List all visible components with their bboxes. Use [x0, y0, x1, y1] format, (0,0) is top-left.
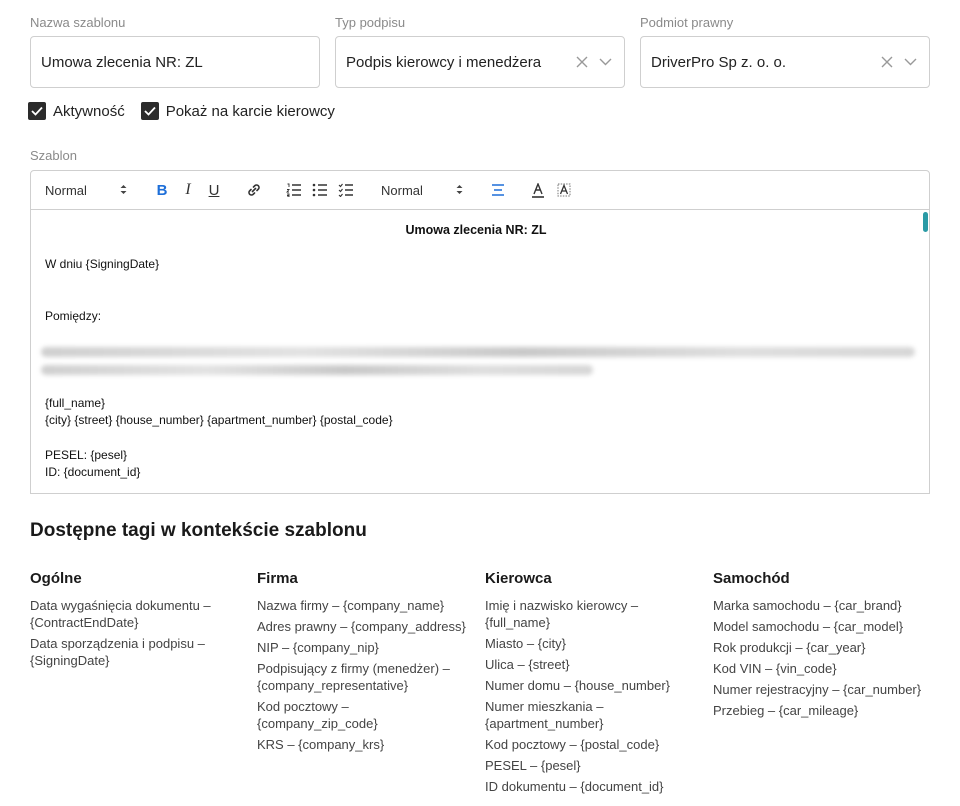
editor-scrollbar[interactable]	[923, 212, 928, 232]
bullet-list-button[interactable]	[307, 178, 333, 202]
editor-line: PESEL: {pesel}	[45, 448, 128, 462]
tag-item: Miasto – {city}	[485, 636, 566, 651]
link-icon	[248, 184, 260, 196]
text-color-button[interactable]	[525, 178, 551, 202]
chevron-down-icon[interactable]	[904, 58, 917, 66]
show-on-driver-card-checkbox[interactable]: Pokaż na karcie kierowcy	[140, 102, 335, 120]
tags-column-general: Ogólne Data wygaśnięcia dokumentu – {Con…	[30, 570, 245, 673]
redacted-text	[41, 347, 915, 357]
template-editor-label: Szablon	[30, 148, 77, 163]
template-name-label: Nazwa szablonu	[30, 15, 126, 30]
tag-item: Marka samochodu – {car_brand}	[713, 598, 902, 613]
chevron-down-icon[interactable]	[599, 58, 612, 66]
tags-section-title: Dostępne tagi w kontekście szablonu	[30, 520, 367, 541]
tag-item: Kod pocztowy – {postal_code}	[485, 737, 660, 752]
template-editor[interactable]: Umowa zlecenia NR: ZL W dniu {SigningDat…	[30, 209, 930, 494]
checkbox-checked-icon[interactable]	[28, 102, 46, 120]
link-button[interactable]	[241, 178, 267, 202]
tags-column-heading: Firma	[257, 570, 298, 587]
editor-toolbar: Normal B I U Normal	[30, 170, 930, 210]
tag-item: Podpisujący z firmy (menedżer) – {compan…	[257, 661, 450, 693]
bullet-list-icon	[312, 183, 327, 197]
tag-item: Numer domu – {house_number}	[485, 678, 671, 693]
tags-column-driver: Kierowca Imię i nazwisko kierowcy – {ful…	[485, 570, 700, 799]
size-select[interactable]: Normal	[381, 183, 463, 198]
tag-item: Numer rejestracyjny – {car_number}	[713, 682, 922, 697]
tag-item: Model samochodu – {car_model}	[713, 619, 904, 634]
tags-column-car: Samochód Marka samochodu – {car_brand} M…	[713, 570, 928, 723]
underline-icon: U	[208, 181, 220, 199]
tag-item: KRS – {company_krs}	[257, 737, 385, 752]
tags-column-company: Firma Nazwa firmy – {company_name} Adres…	[257, 570, 472, 757]
tag-item: Data wygaśnięcia dokumentu – {ContractEn…	[30, 598, 211, 630]
legal-entity-value: DriverPro Sp z. o. o.	[651, 53, 787, 71]
template-name-value: Umowa zlecenia NR: ZL	[41, 53, 203, 71]
clear-icon[interactable]	[880, 55, 894, 69]
style-select-value: Normal	[45, 182, 87, 198]
underline-button[interactable]: U	[201, 178, 227, 202]
align-center-icon	[492, 184, 504, 196]
tag-item: Ulica – {street}	[485, 657, 570, 672]
editor-line: {city} {street} {house_number} {apartmen…	[45, 413, 393, 427]
background-color-button[interactable]	[551, 178, 577, 202]
tag-item: NIP – {company_nip}	[257, 640, 379, 655]
ordered-list-icon	[286, 183, 301, 197]
bold-button[interactable]: B	[149, 178, 175, 202]
tags-column-heading: Samochód	[713, 570, 790, 587]
tag-item: PESEL – {pesel}	[485, 758, 581, 773]
tags-column-heading: Ogólne	[30, 570, 82, 587]
tag-item: Adres prawny – {company_address}	[257, 619, 466, 634]
bold-icon: B	[156, 181, 168, 199]
tags-column-heading: Kierowca	[485, 570, 552, 587]
check-list-button[interactable]	[333, 178, 359, 202]
editor-line: Pomiędzy:	[45, 309, 102, 323]
tag-item: Data sporządzenia i podpisu – {SigningDa…	[30, 636, 205, 668]
active-checkbox-label: Aktywność	[53, 102, 125, 120]
document-title: Umowa zlecenia NR: ZL	[405, 223, 547, 237]
signature-type-select[interactable]: Podpis kierowcy i menedżera	[335, 36, 625, 88]
italic-icon: I	[185, 181, 191, 198]
editor-line: {full_name}	[45, 396, 106, 410]
tag-item: Kod VIN – {vin_code}	[713, 661, 837, 676]
size-select-value: Normal	[381, 182, 423, 198]
align-center-button[interactable]	[485, 178, 511, 202]
signature-type-value: Podpis kierowcy i menedżera	[346, 53, 542, 71]
editor-line: W dniu {SigningDate}	[45, 257, 160, 271]
tag-item: ID dokumentu – {document_id}	[485, 779, 664, 794]
signature-type-label: Typ podpisu	[335, 15, 406, 30]
tag-item: Rok produkcji – {car_year}	[713, 640, 866, 655]
style-select[interactable]: Normal	[45, 183, 127, 198]
updown-icon	[456, 183, 463, 198]
show-on-driver-card-label: Pokaż na karcie kierowcy	[165, 102, 335, 120]
template-name-input[interactable]: Umowa zlecenia NR: ZL	[30, 36, 320, 88]
tag-item: Kod pocztowy – {company_zip_code}	[257, 699, 378, 731]
redacted-text	[41, 365, 593, 375]
editor-line: ID: {document_id}	[45, 465, 141, 479]
tag-item: Nazwa firmy – {company_name}	[257, 598, 445, 613]
text-color-icon	[532, 182, 544, 198]
legal-entity-label: Podmiot prawny	[640, 15, 734, 30]
ordered-list-button[interactable]	[281, 178, 307, 202]
checkbox-row: Aktywność Pokaż na karcie kierowcy	[28, 102, 335, 120]
tag-item: Imię i nazwisko kierowcy – {full_name}	[485, 598, 639, 630]
active-checkbox[interactable]: Aktywność	[28, 102, 125, 120]
legal-entity-select[interactable]: DriverPro Sp z. o. o.	[640, 36, 930, 88]
check-list-icon	[338, 183, 353, 197]
clear-icon[interactable]	[575, 55, 589, 69]
checkbox-checked-icon[interactable]	[140, 102, 159, 120]
updown-icon	[120, 183, 127, 198]
tag-item: Numer mieszkania – {apartment_number}	[485, 699, 604, 731]
italic-button[interactable]: I	[175, 178, 201, 202]
background-color-icon	[557, 183, 571, 196]
tag-item: Przebieg – {car_mileage}	[713, 703, 859, 718]
